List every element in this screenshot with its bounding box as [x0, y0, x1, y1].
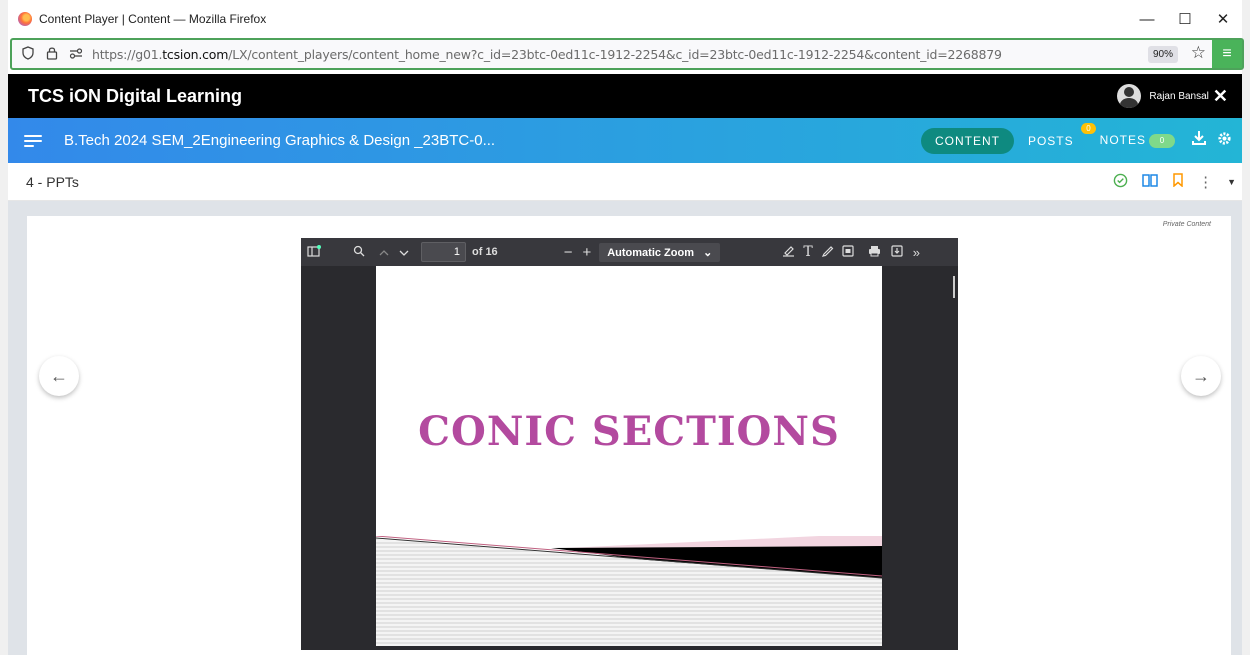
- bookmark-star-icon[interactable]: ☆: [1191, 43, 1206, 63]
- notes-count-badge: 0: [1149, 133, 1175, 148]
- page-total-label: of 16: [472, 246, 498, 258]
- avatar[interactable]: [1117, 84, 1142, 108]
- search-icon[interactable]: [353, 245, 365, 260]
- lock-icon[interactable]: [44, 46, 60, 63]
- image-icon[interactable]: [842, 244, 854, 260]
- user-name[interactable]: Rajan Bansal: [1149, 91, 1208, 102]
- section-header: 4 - PPTs ⋮ ▼: [8, 163, 1242, 201]
- highlight-icon[interactable]: [782, 244, 795, 260]
- browser-menu-button[interactable]: ≡: [1212, 40, 1242, 68]
- zoom-level-badge[interactable]: 90%: [1147, 46, 1178, 63]
- slide-decoration: [376, 536, 882, 646]
- chevron-down-icon[interactable]: [399, 245, 409, 260]
- bookmark-icon[interactable]: [1172, 173, 1184, 191]
- draw-icon[interactable]: [821, 244, 834, 260]
- shield-icon[interactable]: [20, 45, 36, 63]
- pdf-viewer: 1 of 16 − + Automatic Zoom ⌄ T » CONIC S…: [301, 238, 958, 650]
- app-header: TCS iON Digital Learning Rajan Bansal ✕: [8, 74, 1242, 118]
- print-icon[interactable]: [868, 245, 881, 260]
- zoom-select[interactable]: Automatic Zoom ⌄: [599, 242, 721, 262]
- window-title: Content Player | Content — Mozilla Firef…: [39, 12, 267, 26]
- zoom-out-icon[interactable]: −: [564, 244, 573, 261]
- tab-content[interactable]: CONTENT: [920, 127, 1014, 154]
- user-menu[interactable]: Rajan Bansal ✕: [1117, 84, 1228, 108]
- title-bar: Content Player | Content — Mozilla Firef…: [8, 0, 1242, 38]
- save-icon[interactable]: [891, 244, 903, 260]
- minimize-button[interactable]: —: [1128, 0, 1166, 38]
- slide-title: CONIC SECTIONS: [418, 408, 840, 455]
- hamburger-menu-icon[interactable]: [24, 132, 42, 150]
- tab-notes-label: NOTES: [1099, 133, 1146, 148]
- window-controls: — ☐ ✕: [1128, 0, 1242, 38]
- course-title: B.Tech 2024 SEM_2Engineering Graphics & …: [64, 132, 496, 149]
- browser-window: Content Player | Content — Mozilla Firef…: [0, 0, 1250, 655]
- close-icon[interactable]: ✕: [1213, 86, 1228, 107]
- content-area: Private Content 1 of 16 − + Automatic Zo…: [8, 201, 1242, 655]
- pdf-scrollbar[interactable]: [953, 276, 955, 298]
- maximize-button[interactable]: ☐: [1166, 0, 1204, 38]
- course-bar: B.Tech 2024 SEM_2Engineering Graphics & …: [8, 118, 1242, 163]
- sidebar-toggle-icon[interactable]: [307, 244, 321, 260]
- more-options-icon[interactable]: ⋮: [1198, 173, 1213, 191]
- pdf-page: CONIC SECTIONS: [376, 266, 882, 646]
- tab-notes[interactable]: NOTES 0: [1100, 133, 1175, 148]
- section-tools: ⋮ ▼: [1099, 163, 1236, 201]
- more-tools-icon[interactable]: »: [913, 245, 920, 260]
- next-content-button[interactable]: →: [1181, 356, 1221, 396]
- posts-count-badge: 0: [1081, 122, 1096, 134]
- download-icon[interactable]: [1191, 130, 1207, 151]
- gear-icon[interactable]: [1217, 131, 1232, 151]
- tab-posts[interactable]: POSTS 0: [1027, 122, 1096, 148]
- course-nav: CONTENT POSTS 0 NOTES 0: [920, 118, 1232, 163]
- chevron-down-icon[interactable]: ▼: [1227, 177, 1236, 187]
- url-text[interactable]: https://g01.tcsion.com/LX/content_player…: [92, 47, 1002, 62]
- content-player: Private Content 1 of 16 − + Automatic Zo…: [27, 216, 1231, 655]
- pdf-toolbar: 1 of 16 − + Automatic Zoom ⌄ T »: [301, 238, 958, 266]
- zoom-select-value: Automatic Zoom: [607, 246, 694, 259]
- book-icon[interactable]: [1142, 173, 1158, 191]
- brand-title: TCS iON Digital Learning: [28, 85, 243, 106]
- previous-content-button[interactable]: ←: [39, 356, 79, 396]
- permissions-icon[interactable]: [68, 46, 84, 62]
- url-bar[interactable]: https://g01.tcsion.com/LX/content_player…: [10, 38, 1244, 70]
- completed-check-icon[interactable]: [1113, 173, 1128, 192]
- private-content-label: Private Content: [1162, 221, 1211, 228]
- section-title: 4 - PPTs: [26, 173, 79, 190]
- text-tool-icon[interactable]: T: [803, 244, 812, 260]
- tab-posts-label: POSTS: [1027, 133, 1074, 148]
- zoom-in-icon[interactable]: +: [582, 244, 591, 261]
- close-window-button[interactable]: ✕: [1204, 0, 1242, 38]
- page-number-input[interactable]: 1: [421, 242, 466, 262]
- firefox-logo-icon: [18, 12, 32, 26]
- chevron-up-icon[interactable]: [379, 245, 389, 260]
